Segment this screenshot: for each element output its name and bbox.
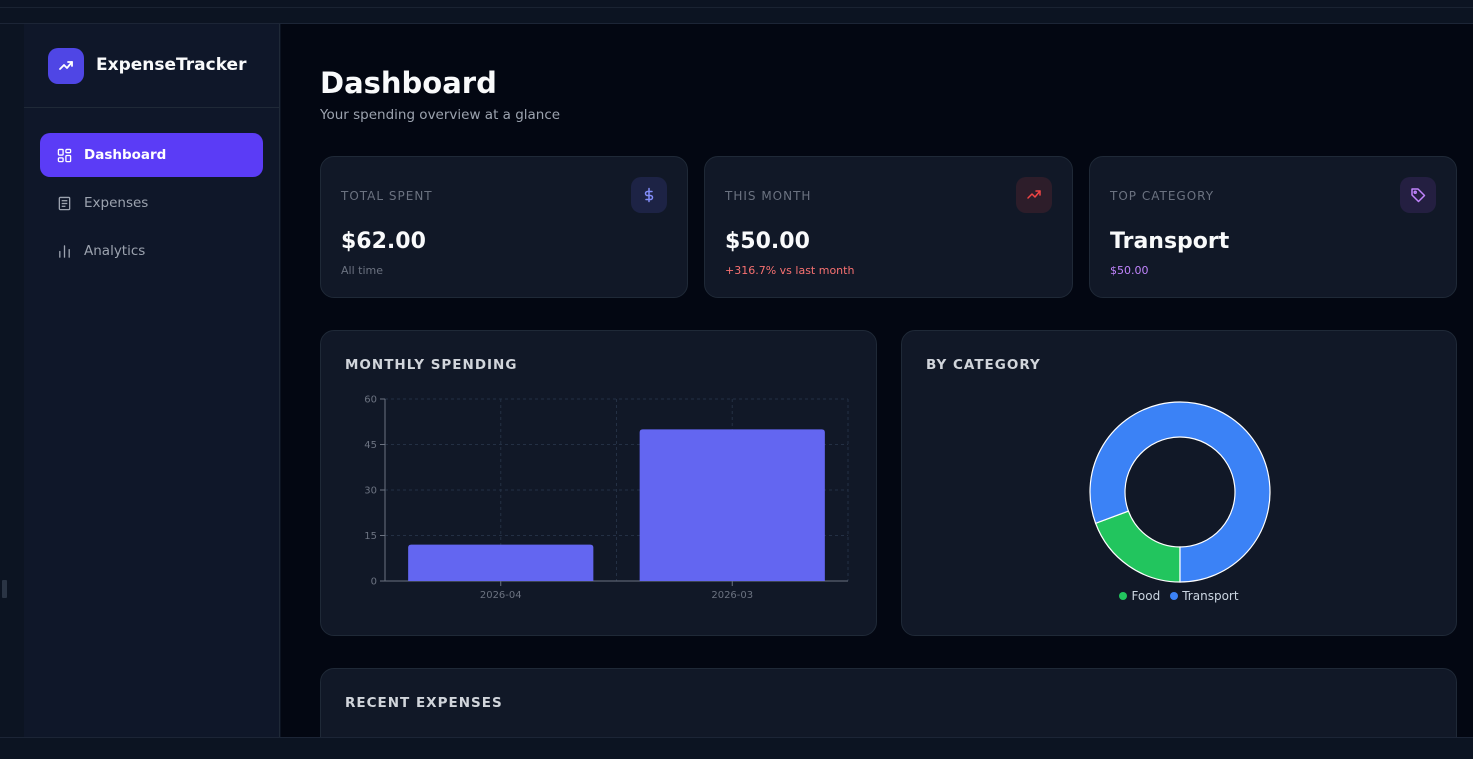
sidebar-item-analytics[interactable]: Analytics: [40, 229, 263, 273]
sidebar: ExpenseTracker Dashboard Expenses Analyt…: [24, 24, 280, 737]
y-tick-label: 60: [364, 395, 377, 406]
window-top-strip: [0, 0, 1473, 24]
stat-value: $62.00: [341, 229, 426, 254]
legend-dot: [1170, 592, 1179, 600]
tag-icon: [1400, 177, 1436, 213]
trending-up-logo-icon: [48, 48, 84, 84]
page-subtitle: Your spending overview at a glance: [320, 107, 561, 123]
bar: [408, 544, 594, 581]
brand: ExpenseTracker: [24, 24, 279, 108]
stat-sub: All time: [341, 264, 383, 277]
resize-handle[interactable]: [2, 580, 7, 598]
main-content: Dashboard Your spending overview at a gl…: [281, 24, 1473, 737]
bar: [639, 429, 825, 581]
sidebar-item-label: Dashboard: [84, 147, 167, 163]
window-left-edge: [0, 24, 24, 737]
bar-chart-icon: [56, 243, 72, 259]
chart-legend: Food Transport: [902, 589, 1456, 603]
stat-card-top-category: TOP CATEGORY Transport $50.00: [1089, 156, 1457, 298]
by-category-card: BY CATEGORY Food Transport: [901, 330, 1457, 636]
stat-label: TOP CATEGORY: [1110, 189, 1215, 203]
y-tick-label: 30: [364, 486, 377, 497]
y-tick-label: 0: [371, 577, 377, 588]
x-tick-label: 2026-04: [480, 590, 522, 601]
legend-item-transport[interactable]: Transport: [1170, 589, 1239, 603]
stat-card-total-spent: TOTAL SPENT $62.00 All time: [320, 156, 688, 298]
stat-card-this-month: THIS MONTH $50.00 +316.7% vs last month: [704, 156, 1073, 298]
dollar-icon: [631, 177, 667, 213]
sidebar-item-expenses[interactable]: Expenses: [40, 181, 263, 225]
trending-up-icon: [1016, 177, 1052, 213]
receipt-icon: [56, 195, 72, 211]
monthly-spending-chart: 0 15 30 45 60 2026-04 2026-03: [364, 395, 849, 601]
layout-grid-icon: [56, 147, 72, 163]
sidebar-item-label: Analytics: [84, 243, 146, 259]
x-tick-label: 2026-03: [711, 590, 753, 601]
pie-slice-food: [1094, 510, 1181, 583]
stat-label: THIS MONTH: [725, 189, 812, 203]
monthly-spending-card: MONTHLY SPENDING 0 15 30 45 60 2026-04 2026-03: [320, 330, 877, 636]
page-title: Dashboard: [320, 66, 497, 100]
sidebar-item-label: Expenses: [84, 195, 149, 211]
sidebar-item-dashboard[interactable]: Dashboard: [40, 133, 263, 177]
y-tick-label: 45: [364, 440, 377, 451]
stat-sub: $50.00: [1110, 264, 1149, 277]
stat-value: Transport: [1110, 229, 1230, 254]
legend-label: Food: [1131, 589, 1161, 603]
recent-expenses-card: RECENT EXPENSES: [320, 668, 1457, 737]
stat-sub: +316.7% vs last month: [725, 264, 855, 277]
app-name: ExpenseTracker: [96, 55, 247, 75]
y-tick-label: 15: [364, 531, 377, 542]
stat-value: $50.00: [725, 229, 810, 254]
legend-item-food[interactable]: Food: [1119, 589, 1160, 603]
legend-dot: [1119, 592, 1128, 600]
stat-label: TOTAL SPENT: [341, 189, 433, 203]
legend-label: Transport: [1182, 589, 1239, 603]
recent-expenses-title: RECENT EXPENSES: [345, 695, 503, 711]
window-bottom-strip: [0, 737, 1473, 759]
